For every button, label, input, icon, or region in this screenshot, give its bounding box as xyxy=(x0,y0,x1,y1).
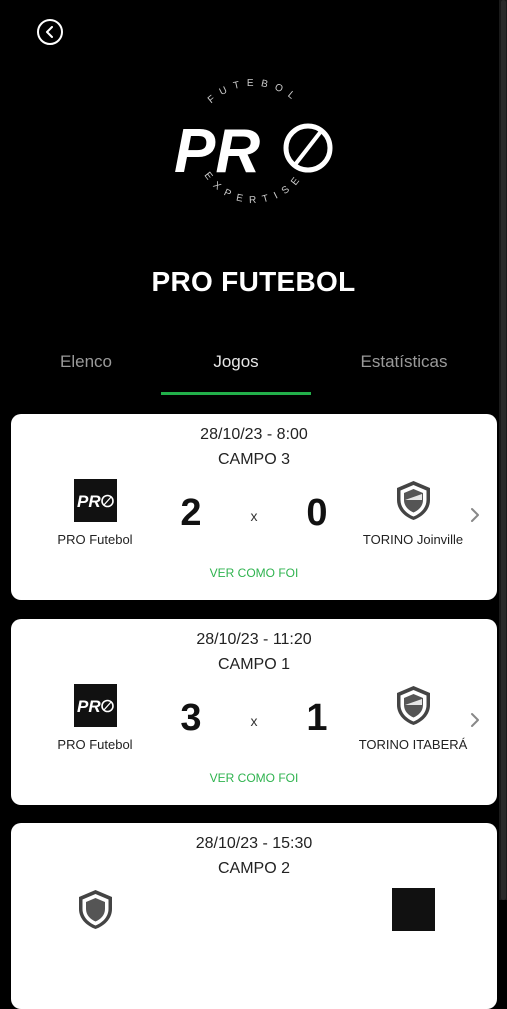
match-datetime: 28/10/23 - 11:20 xyxy=(196,631,312,648)
back-button[interactable] xyxy=(37,19,63,45)
shield-icon xyxy=(392,684,435,727)
home-score: 2 xyxy=(180,492,202,534)
home-score: 3 xyxy=(180,697,202,739)
match-field: CAMPO 2 xyxy=(217,860,290,877)
team-logo: FUTEBOL EXPERTISE PR xyxy=(168,60,340,232)
scrollbar[interactable] xyxy=(499,0,507,900)
logo-top-text: FUTEBOL xyxy=(206,78,295,106)
active-tab-indicator xyxy=(161,392,311,395)
page-title: PRO FUTEBOL xyxy=(151,266,356,297)
scrollbar-thumb[interactable] xyxy=(501,0,506,900)
match-field: CAMPO 3 xyxy=(217,451,290,468)
svg-text:FUTEBOL: FUTEBOL xyxy=(206,78,302,106)
score-separator: x xyxy=(250,508,258,524)
away-team-name: TORINO Joinville xyxy=(362,532,464,547)
match-datetime: 28/10/23 - 15:30 xyxy=(195,835,313,852)
match-datetime: 28/10/23 - 8:00 xyxy=(200,426,308,443)
shield-icon xyxy=(74,888,117,931)
match-field: CAMPO 1 xyxy=(217,656,290,673)
tab-elenco[interactable]: Elenco xyxy=(11,352,161,396)
svg-text:PR: PR xyxy=(174,117,260,186)
pro-futebol-logo-icon xyxy=(392,888,435,931)
match-details-link[interactable]: VER COMO FOI xyxy=(11,566,497,580)
away-score: 1 xyxy=(306,697,328,739)
match-card[interactable]: 28/10/23 - 11:20 CAMPO 1 PR PRO Futebol … xyxy=(11,619,497,805)
shield-icon xyxy=(392,479,435,522)
away-score: 0 xyxy=(306,492,328,534)
score-separator: x xyxy=(250,713,258,729)
match-card[interactable]: 28/10/23 - 15:30 CAMPO 2 xyxy=(11,823,497,1009)
pro-futebol-logo-icon: PR xyxy=(74,684,117,727)
home-team-name: PRO Futebol xyxy=(57,737,133,752)
match-card[interactable]: 28/10/23 - 8:00 CAMPO 3 PR PRO Futebol 2… xyxy=(11,414,497,600)
chevron-right-icon[interactable] xyxy=(469,711,481,729)
tab-estatisticas[interactable]: Estatísticas xyxy=(311,352,497,396)
svg-text:PR: PR xyxy=(77,492,101,511)
chevron-left-icon xyxy=(46,26,53,38)
tab-bar: Elenco Jogos Estatísticas xyxy=(0,352,507,396)
tab-jogos[interactable]: Jogos xyxy=(161,352,311,396)
away-team-name: TORINO ITABERÁ xyxy=(358,737,468,752)
svg-text:PR: PR xyxy=(77,697,101,716)
home-team-name: PRO Futebol xyxy=(57,532,133,547)
pro-futebol-logo-icon: PR xyxy=(74,479,117,522)
match-details-link[interactable]: VER COMO FOI xyxy=(11,771,497,785)
chevron-right-icon[interactable] xyxy=(469,506,481,524)
